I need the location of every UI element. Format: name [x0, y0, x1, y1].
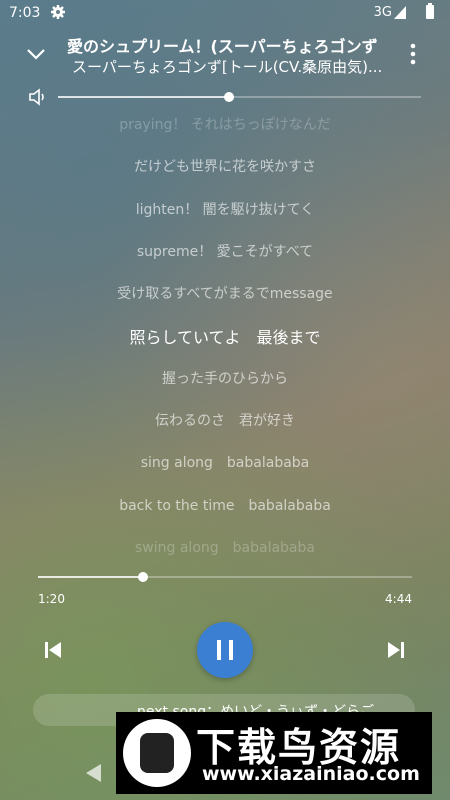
watermark: 下载鸟资源 www.xiazainiao.com	[116, 712, 432, 794]
pause-icon	[229, 640, 233, 660]
volume-slider-fill	[58, 96, 229, 98]
skip-previous-icon[interactable]	[42, 639, 64, 661]
lyric-line: back to the time babalababa	[119, 497, 331, 514]
lyric-line: supreme！ 愛こそがすべて	[136, 243, 314, 260]
seek-bar-fill	[38, 576, 143, 578]
more-options-icon[interactable]	[405, 42, 421, 66]
volume-icon[interactable]	[28, 88, 48, 106]
skip-next-icon[interactable]	[385, 639, 407, 661]
seek-bar-thumb[interactable]	[137, 572, 148, 582]
total-time: 4:44	[385, 592, 412, 606]
lyric-line: sing along babalababa	[140, 455, 310, 472]
volume-control	[28, 86, 423, 108]
network-type: 3G	[373, 5, 392, 20]
song-artist: スーパーちょろゴンず[トール(CV.桑原由気)...	[72, 58, 383, 76]
battery-icon	[426, 3, 434, 19]
lyric-line: lighten！ 闇を駆け抜けてく	[135, 201, 315, 218]
seek-bar[interactable]	[38, 570, 412, 584]
lyric-line: 受け取るすべてがまるでmessage	[117, 286, 333, 303]
lyric-line-current: 照らしていてよ 最後まで	[129, 327, 321, 347]
nav-back-icon[interactable]	[86, 764, 101, 782]
song-title: 愛のシュプリーム！(スーパーちょろゴンず	[67, 37, 378, 56]
lyric-line: だけども世界に花を咲かすさ	[134, 159, 316, 176]
lyric-line: 握った手のひらから	[162, 370, 288, 387]
status-time: 7:03	[9, 5, 41, 21]
gear-icon	[51, 5, 65, 19]
lyric-line: praying！ それはちっぽけなんだ	[119, 117, 331, 133]
volume-slider-thumb[interactable]	[223, 92, 234, 102]
player-header: 愛のシュプリーム！(スーパーちょろゴンず スーパーちょろゴンず[トール(CV.桑…	[0, 30, 450, 80]
watermark-url: www.xiazainiao.com	[202, 763, 420, 785]
chevron-down-icon[interactable]	[24, 42, 48, 66]
lyric-line: 伝わるのさ 君が好き	[155, 413, 295, 430]
pause-button[interactable]	[197, 622, 253, 678]
elapsed-time: 1:20	[38, 592, 65, 606]
lyrics-panel[interactable]: praying！ それはちっぽけなんだ だけども世界に花を咲かすさ lighten！…	[0, 108, 450, 563]
status-bar: 7:03 3G	[0, 0, 450, 26]
lyric-line: swing along babalababa	[135, 540, 315, 556]
watermark-logo	[123, 719, 191, 787]
signal-icon	[394, 6, 406, 19]
pause-icon	[217, 640, 221, 660]
